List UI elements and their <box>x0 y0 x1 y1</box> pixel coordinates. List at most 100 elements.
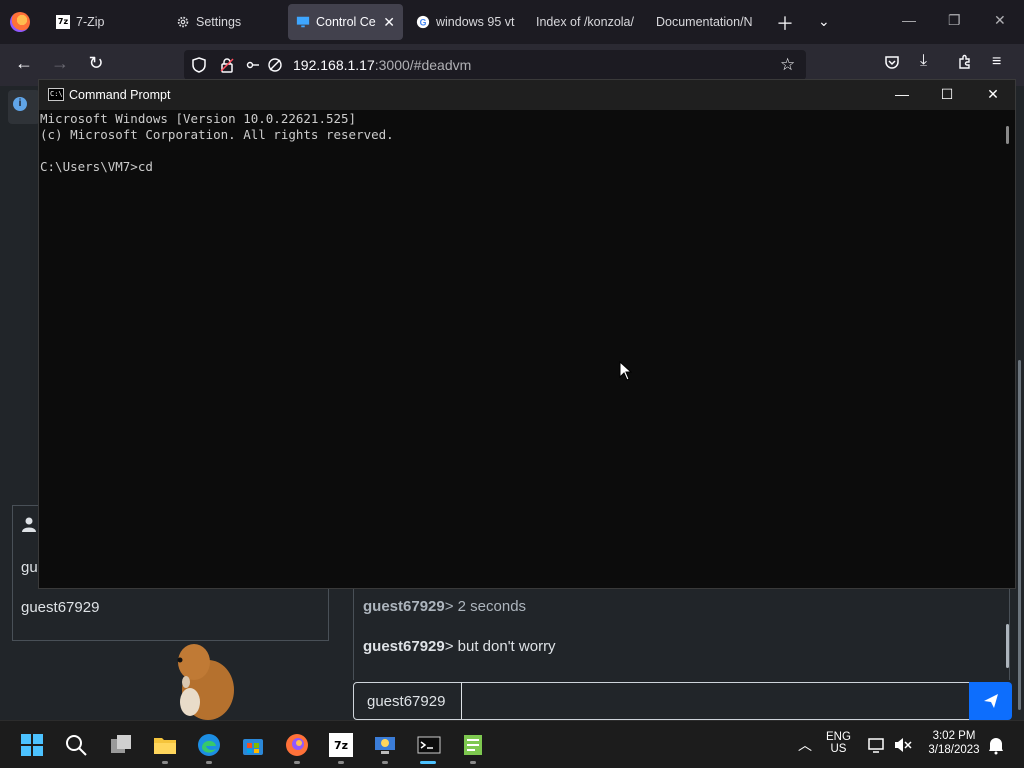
cmd-maximize-icon[interactable]: ☐ <box>937 86 957 103</box>
chat-username: guest67929 <box>363 638 445 655</box>
user-icon <box>22 517 36 532</box>
back-icon[interactable]: ← <box>12 53 36 74</box>
network-icon[interactable] <box>867 733 887 757</box>
7zip-taskbar-icon[interactable]: 7z <box>329 733 353 757</box>
info-icon[interactable]: i <box>13 97 27 111</box>
chat-form: guest67929 <box>353 682 1012 720</box>
chat-username: guest67929 <box>363 598 445 615</box>
taskbar-indicator <box>470 761 476 764</box>
tracking-off-icon[interactable] <box>267 57 283 73</box>
list-tabs-icon[interactable]: ⌄ <box>818 13 830 30</box>
google-icon: G <box>416 15 430 29</box>
tab-7zip[interactable]: 7z 7-Zip <box>48 4 166 40</box>
terminal-icon[interactable] <box>417 733 441 757</box>
console-output[interactable]: Microsoft Windows [Version 10.0.22621.52… <box>39 111 999 175</box>
maximize-icon[interactable]: ❐ <box>948 12 961 29</box>
chat-scrollbar[interactable] <box>1006 624 1009 668</box>
cmd-minimize-icon[interactable]: — <box>892 86 912 102</box>
windows-taskbar: 7z ︿ ENG US 3:02 PM 3/18/2023 <box>0 720 1024 768</box>
tab-settings[interactable]: Settings <box>168 4 286 40</box>
task-view-icon[interactable] <box>109 733 133 757</box>
close-tab-icon[interactable]: ✕ <box>383 14 395 31</box>
taskbar-indicator <box>294 761 300 764</box>
chat-log: guest67929> 2 seconds guest67929> but do… <box>353 588 1010 680</box>
search-icon[interactable] <box>64 733 88 757</box>
tab-control-center[interactable]: Control Cen ✕ <box>288 4 403 40</box>
store-icon[interactable] <box>241 733 265 757</box>
taskbar-indicator <box>382 761 388 764</box>
taskbar-indicator <box>162 761 168 764</box>
taskbar-indicator-active <box>420 761 436 764</box>
cmd-title-bar[interactable]: C:\ Command Prompt — ☐ ✕ <box>39 80 1015 110</box>
forward-icon[interactable]: → <box>48 53 72 74</box>
taskbar-indicator <box>206 761 212 764</box>
7zip-icon: 7z <box>56 15 70 29</box>
chat-message: guest67929> 2 seconds <box>363 598 526 615</box>
new-tab-icon[interactable]: ＋ <box>776 10 794 36</box>
file-explorer-icon[interactable] <box>153 733 177 757</box>
tab-label: Index of /konzola/ <box>536 15 634 29</box>
chat-text: 2 seconds <box>453 598 527 615</box>
language-code: ENG <box>826 731 851 743</box>
console-line: Microsoft Windows [Version 10.0.22621.52… <box>40 111 357 126</box>
permissions-icon[interactable] <box>245 57 261 73</box>
tab-label: 7-Zip <box>76 15 105 29</box>
send-button[interactable] <box>969 682 1012 720</box>
chat-username-label: guest67929 <box>353 682 462 720</box>
downloads-icon[interactable]: ⤓ <box>920 52 927 70</box>
lock-icon[interactable] <box>219 57 235 73</box>
user-list-item: gu <box>21 559 38 576</box>
start-icon[interactable] <box>20 733 44 757</box>
user-list-item: guest67929 <box>21 599 100 616</box>
url-path: :3000/#deadvm <box>374 57 472 73</box>
bookmark-star-icon[interactable]: ☆ <box>780 55 795 75</box>
shield-icon[interactable] <box>191 57 207 73</box>
hamster-image <box>177 644 234 720</box>
edge-icon[interactable] <box>197 733 221 757</box>
menu-icon[interactable]: ≡ <box>992 53 1001 71</box>
control-panel-icon[interactable] <box>373 733 397 757</box>
cmd-title: Command Prompt <box>69 88 171 102</box>
monitor-icon <box>296 16 310 28</box>
close-window-icon[interactable]: ✕ <box>994 12 1006 29</box>
extensions-icon[interactable] <box>957 54 973 70</box>
gear-icon <box>177 16 189 28</box>
notification-bell-icon[interactable] <box>986 733 1006 757</box>
tab-label: windows 95 vt <box>436 15 515 29</box>
svg-text:G: G <box>420 18 427 28</box>
console-line: C:\Users\VM7>cd <box>40 159 153 174</box>
cmd-scrollbar[interactable] <box>1006 126 1009 144</box>
url-host: 192.168.1.17 <box>293 57 375 73</box>
cmd-app-icon: C:\ <box>48 88 64 101</box>
date: 3/18/2023 <box>928 744 980 756</box>
firefox-icon[interactable] <box>10 12 30 32</box>
cmd-close-icon[interactable]: ✕ <box>983 86 1003 103</box>
send-icon <box>983 694 998 708</box>
region-code: US <box>830 743 847 755</box>
chat-message-input[interactable] <box>461 682 971 720</box>
clock[interactable]: 3:02 PM 3/18/2023 <box>924 730 984 756</box>
mouse-cursor-icon <box>619 361 633 381</box>
pocket-icon[interactable] <box>884 54 900 70</box>
firefox-taskbar-icon[interactable] <box>285 733 309 757</box>
taskbar-indicator <box>338 761 344 764</box>
show-hidden-icons-icon[interactable]: ︿ <box>798 735 812 755</box>
tab-index-konzola[interactable]: Index of /konzola/ <box>528 4 640 40</box>
tab-documentation[interactable]: Documentation/N <box>648 4 760 40</box>
tab-label: Settings <box>196 15 242 29</box>
volume-muted-icon[interactable] <box>893 733 913 757</box>
tab-label: Control Cen <box>316 15 376 29</box>
language-indicator[interactable]: ENG US <box>826 731 851 755</box>
url-bar[interactable]: 192.168.1.17:3000/#deadvm ☆ <box>184 50 806 80</box>
tab-label: Documentation/N <box>656 15 753 29</box>
reload-icon[interactable]: ↻ <box>84 53 108 74</box>
minimize-icon[interactable]: — <box>902 12 916 28</box>
notepad-plus-icon[interactable] <box>461 733 485 757</box>
command-prompt-window[interactable]: C:\ Command Prompt — ☐ ✕ Microsoft Windo… <box>38 79 1016 589</box>
tab-windows95[interactable]: G windows 95 vt <box>408 4 520 40</box>
console-line: (c) Microsoft Corporation. All rights re… <box>40 127 394 142</box>
page-scrollbar[interactable] <box>1018 360 1021 710</box>
chat-text: but don't worry <box>453 638 556 655</box>
url-text[interactable]: 192.168.1.17:3000/#deadvm <box>293 57 471 73</box>
